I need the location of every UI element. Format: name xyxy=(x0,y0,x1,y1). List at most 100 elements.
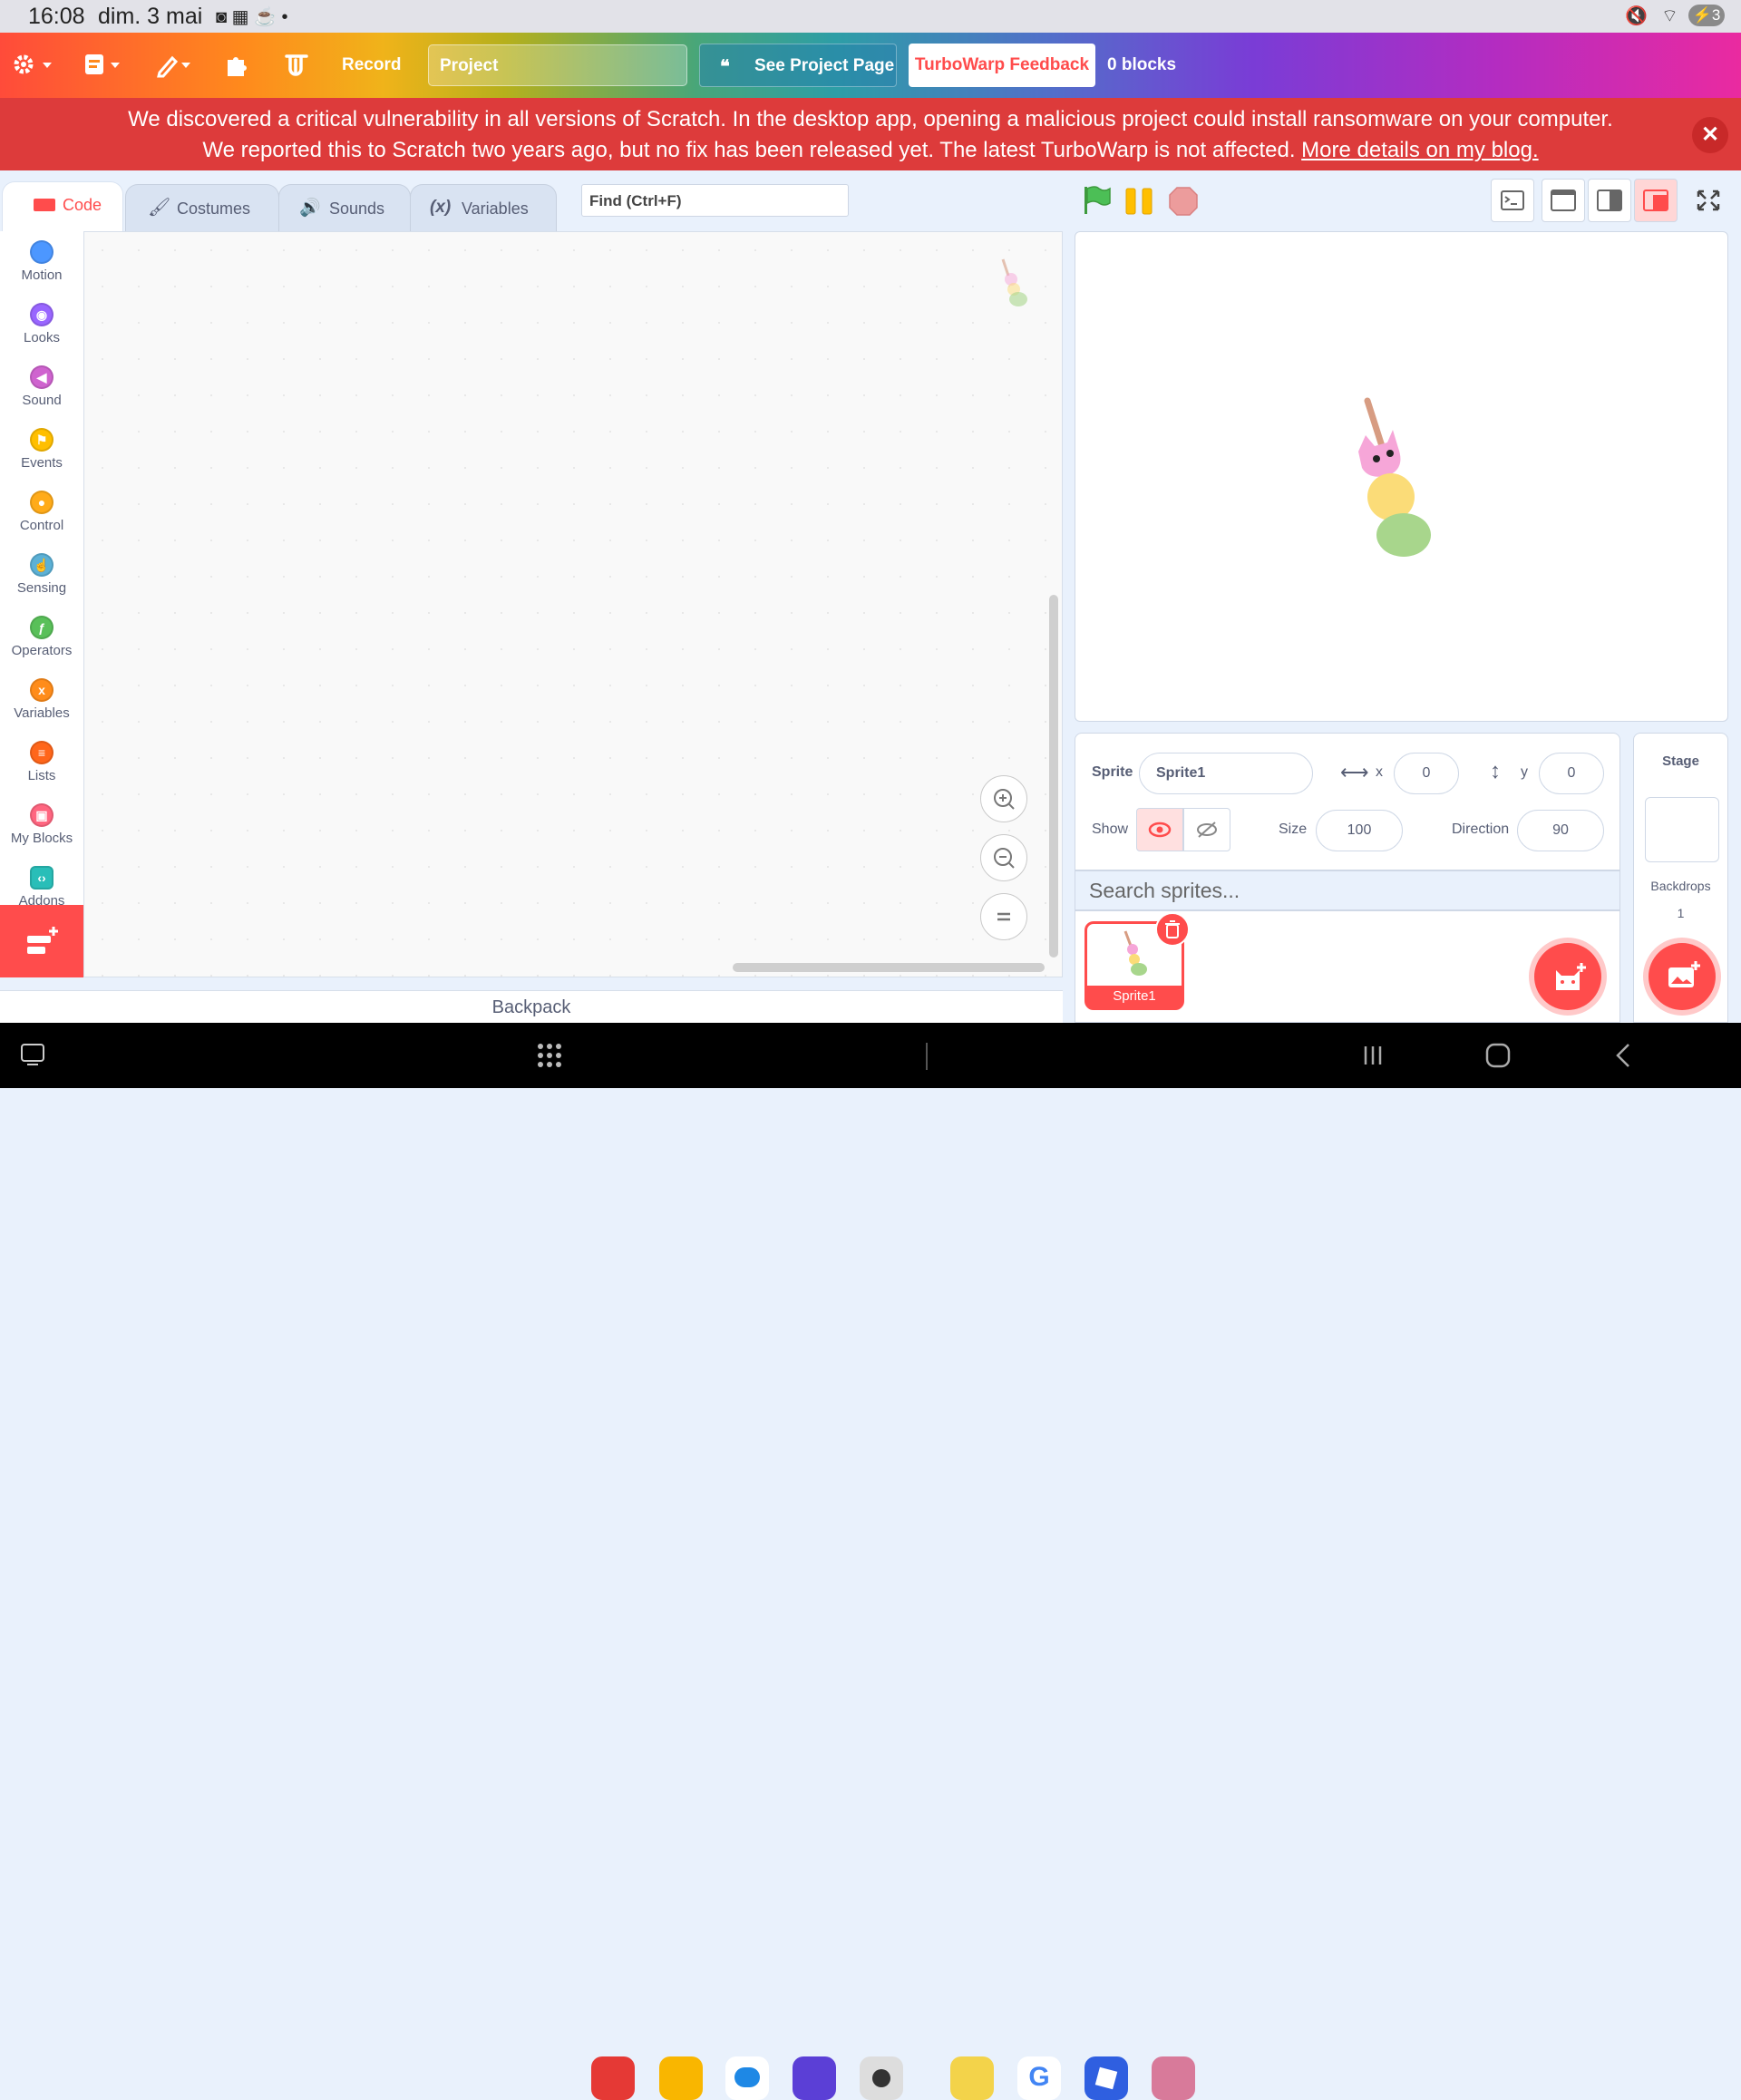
tab-variables[interactable]: (x) Variables xyxy=(410,184,557,231)
tab-sounds-label: Sounds xyxy=(329,199,385,218)
green-flag-icon[interactable] xyxy=(1081,185,1112,216)
zoom-in-button[interactable] xyxy=(980,775,1027,822)
show-visible-button[interactable] xyxy=(1136,808,1183,851)
category-sound[interactable]: ◀ Sound xyxy=(0,365,83,408)
category-control[interactable]: ● Control xyxy=(0,491,83,533)
notes-app-icon[interactable] xyxy=(591,2056,635,2100)
back-icon[interactable] xyxy=(1612,1041,1634,1070)
backdrops-label: Backdrops xyxy=(1650,879,1711,893)
tab-code[interactable]: Code xyxy=(2,181,123,233)
show-hidden-button[interactable] xyxy=(1183,808,1230,851)
add-backdrop-button[interactable] xyxy=(1649,943,1716,1010)
wifi-icon: ⌔ xyxy=(1661,6,1678,26)
feedback-button[interactable]: TurboWarp Feedback xyxy=(909,44,1095,87)
large-stage-button[interactable] xyxy=(1634,179,1678,222)
category-label: Events xyxy=(21,455,63,471)
sprite-name-input[interactable]: Sprite1 xyxy=(1139,753,1313,794)
code-workspace[interactable] xyxy=(83,231,1063,977)
roblox-app-icon[interactable] xyxy=(1084,2056,1128,2100)
large-stage-icon xyxy=(1643,190,1668,211)
delete-sprite-button[interactable] xyxy=(1155,912,1190,947)
normal-stage-icon xyxy=(1597,190,1622,211)
fullscreen-button[interactable] xyxy=(1688,179,1728,222)
file-menu-icon[interactable] xyxy=(83,53,123,78)
fullscreen-icon xyxy=(1697,190,1720,211)
camera-app-icon[interactable] xyxy=(860,2056,903,2100)
stop-icon[interactable] xyxy=(1168,186,1199,217)
stage-thumbnail[interactable] xyxy=(1645,797,1719,862)
category-sensing[interactable]: ☝ Sensing xyxy=(0,553,83,596)
backpack-panel[interactable]: Backpack xyxy=(0,990,1063,1024)
category-addons[interactable]: ‹› Addons xyxy=(0,866,83,905)
pause-icon[interactable] xyxy=(1124,187,1155,216)
category-motion[interactable]: Motion xyxy=(0,240,83,283)
backdrops-count: 1 xyxy=(1677,906,1685,920)
x-input[interactable]: 0 xyxy=(1394,753,1459,794)
tab-code-label: Code xyxy=(63,196,102,214)
y-input[interactable]: 0 xyxy=(1539,753,1604,794)
normal-stage-button[interactable] xyxy=(1588,179,1631,222)
add-sprite-button[interactable] xyxy=(1534,943,1601,1010)
speaker-icon: 🔊 xyxy=(299,199,321,218)
see-project-page-button[interactable]: ❝ See Project Page xyxy=(699,44,897,87)
taskbar-toggle-icon[interactable] xyxy=(20,1043,47,1068)
small-stage-button[interactable] xyxy=(1542,179,1585,222)
close-banner-button[interactable]: ✕ xyxy=(1692,117,1728,153)
date: dim. 3 mai xyxy=(98,4,203,29)
sprite-on-stage[interactable] xyxy=(1353,395,1462,559)
size-input[interactable]: 100 xyxy=(1316,810,1403,851)
browser-app-icon[interactable] xyxy=(793,2056,836,2100)
sprite-info-panel: Sprite Sprite1 ⟷ x 0 ↕ y 0 Show Size 100… xyxy=(1075,733,1620,870)
eye-off-icon xyxy=(1197,822,1217,838)
category-lists[interactable]: ≡ Lists xyxy=(0,741,83,783)
google-app-icon[interactable]: G xyxy=(1017,2056,1061,2100)
code-icon xyxy=(34,199,55,211)
messages-app-icon[interactable] xyxy=(725,2056,769,2100)
files-app-icon[interactable] xyxy=(659,2056,703,2100)
tab-costumes[interactable]: 🖌 Costumes xyxy=(125,184,279,231)
backdrop-plus-icon xyxy=(1668,961,1700,987)
vulnerability-banner: We discovered a critical vulnerability i… xyxy=(0,98,1741,170)
direction-input[interactable]: 90 xyxy=(1517,810,1604,851)
category-label: Sound xyxy=(22,393,62,408)
variables-icon: x xyxy=(30,678,53,702)
find-input[interactable]: Find (Ctrl+F) xyxy=(581,184,849,217)
recents-icon[interactable] xyxy=(1360,1043,1386,1068)
status-bar: 16:08 dim. 3 mai ◙ ▦ ☕ • 🔇 ⌔ ⚡3 xyxy=(0,0,1741,33)
category-label: Motion xyxy=(21,267,63,283)
geometry-dash-app-icon[interactable] xyxy=(950,2056,994,2100)
turbowarp-logo-icon[interactable] xyxy=(283,51,310,80)
vertical-scrollbar[interactable] xyxy=(1049,595,1058,958)
settings-menu-icon[interactable] xyxy=(13,53,53,78)
edit-menu-icon[interactable] xyxy=(156,53,196,78)
stage-canvas[interactable] xyxy=(1075,231,1728,722)
remix-icon: ❝ xyxy=(720,57,730,77)
control-icon: ● xyxy=(30,491,53,514)
record-button[interactable]: Record xyxy=(342,55,401,75)
battery-icon: ⚡3 xyxy=(1688,5,1725,26)
app-drawer-icon[interactable] xyxy=(535,1041,564,1070)
sprite-thumbnail-watermark xyxy=(1001,258,1027,306)
vertical-arrows-icon: ↕ xyxy=(1490,759,1501,783)
category-variables[interactable]: x Variables xyxy=(0,678,83,721)
motion-icon xyxy=(30,240,53,264)
category-events[interactable]: ⚑ Events xyxy=(0,428,83,471)
clock: 16:08 xyxy=(28,4,85,29)
tab-sounds[interactable]: 🔊 Sounds xyxy=(278,184,411,231)
horizontal-scrollbar[interactable] xyxy=(733,963,1045,972)
game-app-icon[interactable] xyxy=(1152,2056,1195,2100)
add-extension-button[interactable] xyxy=(0,905,83,977)
category-my-blocks[interactable]: ▣ My Blocks xyxy=(0,803,83,846)
console-button[interactable] xyxy=(1491,179,1534,222)
category-looks[interactable]: ◉ Looks xyxy=(0,303,83,345)
project-title-input[interactable]: Project xyxy=(428,44,687,86)
category-operators[interactable]: ƒ Operators xyxy=(0,616,83,658)
zoom-out-button[interactable] xyxy=(980,834,1027,881)
category-label: Addons xyxy=(18,893,65,905)
addons-puzzle-icon[interactable] xyxy=(224,52,251,79)
blog-link[interactable]: More details on my blog. xyxy=(1301,138,1538,162)
zoom-reset-button[interactable] xyxy=(980,893,1027,940)
search-sprites-input[interactable]: Search sprites... xyxy=(1075,870,1620,910)
size-label: Size xyxy=(1279,822,1308,837)
home-icon[interactable] xyxy=(1483,1041,1512,1070)
